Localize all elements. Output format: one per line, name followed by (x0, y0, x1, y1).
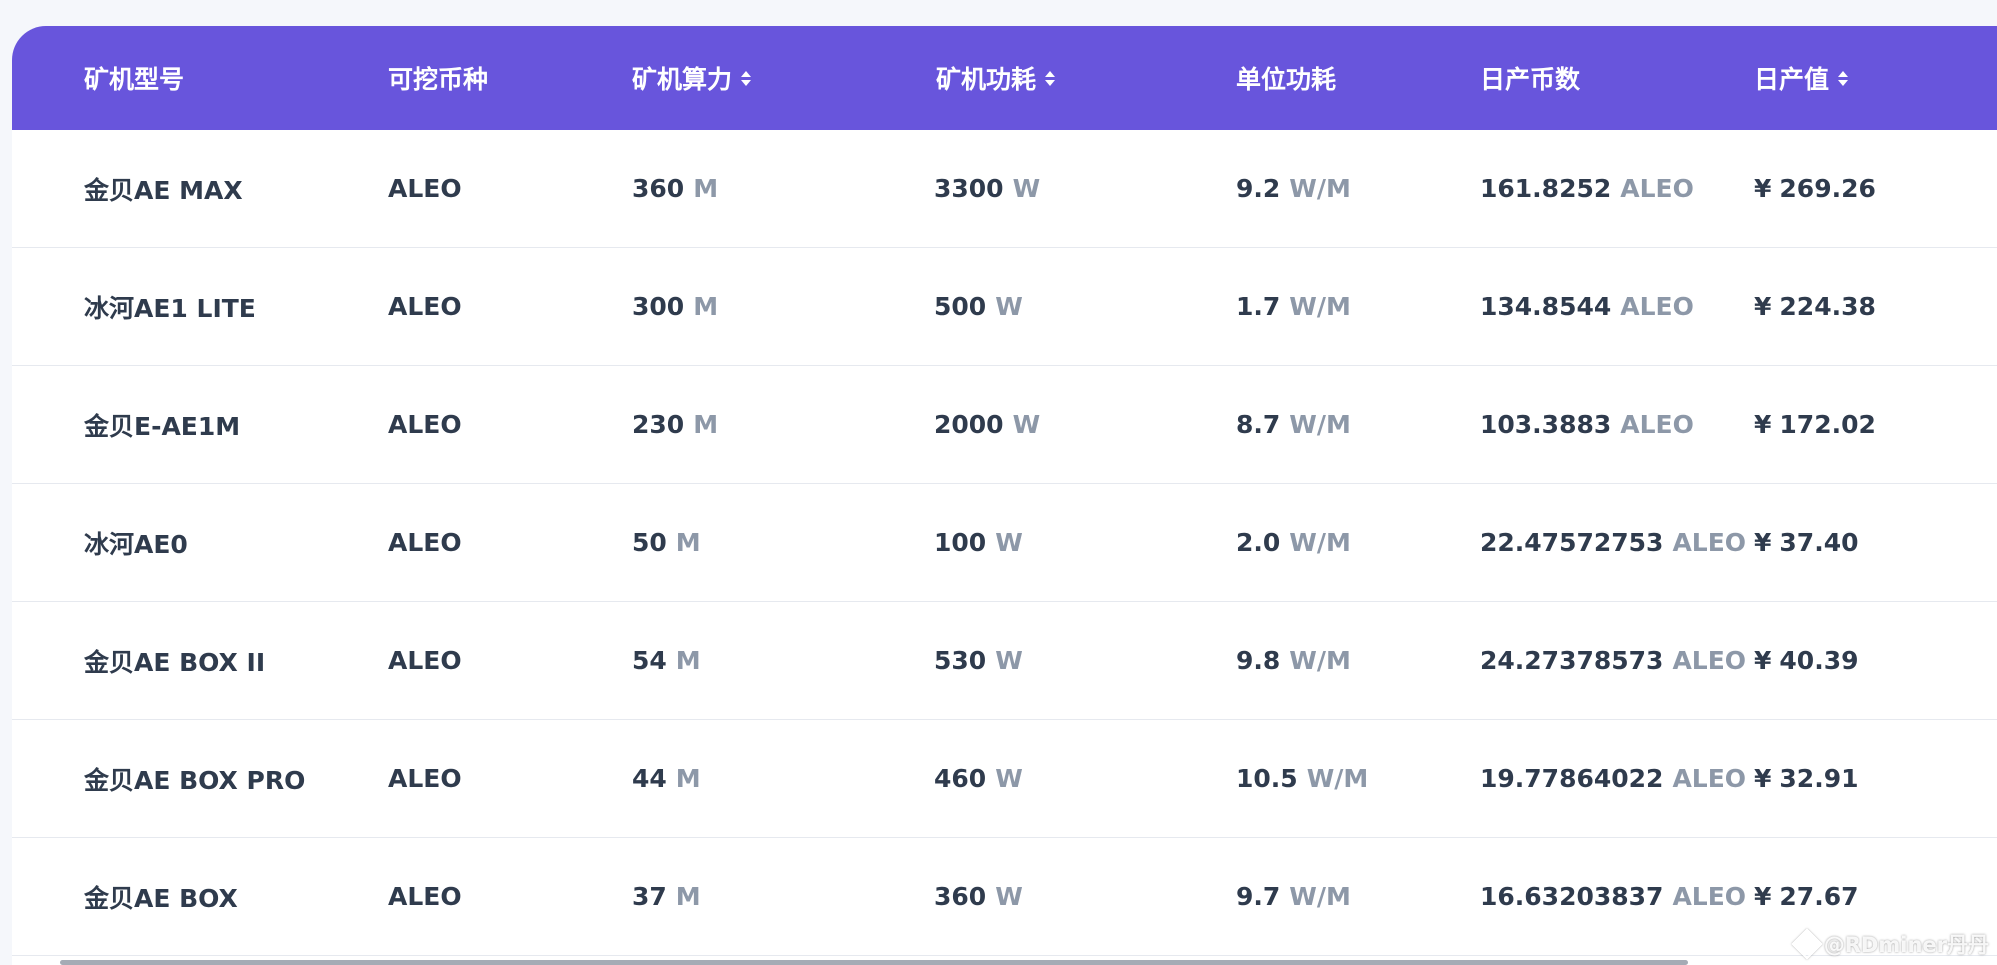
sort-arrows-icon[interactable] (741, 70, 752, 86)
cell-efficiency: 1.7 W/M (1236, 292, 1351, 321)
cell-daily-value: ¥269.26 (1754, 174, 1876, 203)
column-header-label: 矿机型号 (84, 65, 185, 94)
watermark: @RDminer丹丹 (1791, 928, 1989, 960)
cell-daily-coins: 103.3883 ALEO (1480, 410, 1694, 439)
cell-hashrate: 54 M (632, 646, 701, 675)
cell-efficiency: 9.8 W/M (1236, 646, 1351, 675)
cell-hashrate: 230 M (632, 410, 719, 439)
cell-model: 冰河AE1 LITE (84, 293, 256, 323)
column-header-daily-value[interactable]: 日产值 (1754, 26, 1849, 130)
cell-daily-coins: 161.8252 ALEO (1480, 174, 1694, 203)
column-header-coin: 可挖币种 (388, 26, 488, 130)
cell-power: 3300 W (934, 174, 1041, 203)
table-row[interactable]: 冰河AE1 LITE ALEO 300 M 500 W 1.7 W/M 134.854… (12, 248, 1997, 366)
cell-efficiency: 9.2 W/M (1236, 174, 1351, 203)
column-header-efficiency: 单位功耗 (1236, 26, 1336, 130)
table-row[interactable]: 金贝AE MAX ALEO 360 M 3300 W 9.2 W/M 161.8252… (12, 130, 1997, 248)
cell-efficiency: 2.0 W/M (1236, 528, 1351, 557)
table-row[interactable]: 金贝AE BOX II ALEO 54 M 530 W 9.8 W/M 24.2737… (12, 602, 1997, 720)
diamond-logo-icon (1791, 928, 1823, 960)
cell-model: 金贝AE BOX II (84, 647, 266, 677)
column-header-daily-coins: 日产币数 (1480, 26, 1580, 130)
table-body: 金贝AE MAX ALEO 360 M 3300 W 9.2 W/M 161.8252… (12, 130, 1997, 956)
cell-hashrate: 360 M (632, 174, 719, 203)
cell-daily-coins: 22.47572753 ALEO (1480, 528, 1747, 557)
cell-hashrate: 44 M (632, 764, 701, 793)
cell-coin: ALEO (388, 174, 462, 203)
cell-hashrate: 37 M (632, 882, 701, 911)
cell-power: 460 W (934, 764, 1023, 793)
cell-coin: ALEO (388, 646, 462, 675)
table-row[interactable]: 冰河AE0 ALEO 50 M 100 W 2.0 W/M 22.47572753 AL… (12, 484, 1997, 602)
cell-daily-value: ¥172.02 (1754, 410, 1876, 439)
cell-model: 金贝E-AE1M (84, 411, 241, 441)
cell-daily-value: ¥224.38 (1754, 292, 1876, 321)
cell-hashrate: 300 M (632, 292, 719, 321)
cell-coin: ALEO (388, 410, 462, 439)
cell-power: 100 W (934, 528, 1023, 557)
mining-machine-table: 矿机型号 可挖币种 矿机算力 矿机功耗 单位功耗 日产币数 日产值 金贝AE M… (12, 26, 1997, 965)
cell-daily-coins: 19.77864022 ALEO (1480, 764, 1747, 793)
cell-daily-value: ¥40.39 (1754, 646, 1859, 675)
column-header-hashrate[interactable]: 矿机算力 (632, 26, 752, 130)
cell-power: 360 W (934, 882, 1023, 911)
cell-efficiency: 10.5 W/M (1236, 764, 1369, 793)
cell-daily-coins: 24.27378573 ALEO (1480, 646, 1747, 675)
cell-model: 金贝AE BOX (84, 883, 238, 913)
column-header-label: 矿机功耗 (936, 65, 1037, 94)
sort-arrows-icon[interactable] (1838, 70, 1849, 86)
sort-arrows-icon[interactable] (1045, 70, 1056, 86)
cell-power: 2000 W (934, 410, 1041, 439)
column-header-label: 日产币数 (1480, 65, 1581, 94)
cell-efficiency: 8.7 W/M (1236, 410, 1351, 439)
column-header-label: 日产值 (1754, 65, 1830, 94)
cell-model: 冰河AE0 (84, 529, 188, 559)
table-header: 矿机型号 可挖币种 矿机算力 矿机功耗 单位功耗 日产币数 日产值 (12, 26, 1997, 130)
cell-daily-coins: 16.63203837 ALEO (1480, 882, 1747, 911)
page: 矿机型号 可挖币种 矿机算力 矿机功耗 单位功耗 日产币数 日产值 金贝AE M… (0, 0, 1997, 965)
table-row[interactable]: 金贝AE BOX ALEO 37 M 360 W 9.7 W/M 16.6320383… (12, 838, 1997, 956)
cell-coin: ALEO (388, 764, 462, 793)
cell-power: 500 W (934, 292, 1023, 321)
cell-coin: ALEO (388, 882, 462, 911)
cell-model: 金贝AE MAX (84, 175, 243, 205)
table-row[interactable]: 金贝AE BOX PRO ALEO 44 M 460 W 10.5 W/M 19.77… (12, 720, 1997, 838)
cell-power: 530 W (934, 646, 1023, 675)
watermark-text: @RDminer丹丹 (1823, 933, 1989, 957)
column-header-label: 矿机算力 (632, 65, 733, 94)
column-header-power[interactable]: 矿机功耗 (936, 26, 1056, 130)
column-header-model: 矿机型号 (84, 26, 184, 130)
cell-coin: ALEO (388, 292, 462, 321)
cell-model: 金贝AE BOX PRO (84, 765, 306, 795)
cell-efficiency: 9.7 W/M (1236, 882, 1351, 911)
horizontal-scrollbar[interactable] (60, 960, 1688, 965)
cell-daily-value: ¥37.40 (1754, 528, 1859, 557)
cell-hashrate: 50 M (632, 528, 701, 557)
cell-daily-value: ¥32.91 (1754, 764, 1859, 793)
table-row[interactable]: 金贝E-AE1M ALEO 230 M 2000 W 8.7 W/M 103.3883… (12, 366, 1997, 484)
cell-daily-coins: 134.8544 ALEO (1480, 292, 1694, 321)
cell-coin: ALEO (388, 528, 462, 557)
column-header-label: 可挖币种 (388, 65, 489, 94)
column-header-label: 单位功耗 (1236, 65, 1337, 94)
